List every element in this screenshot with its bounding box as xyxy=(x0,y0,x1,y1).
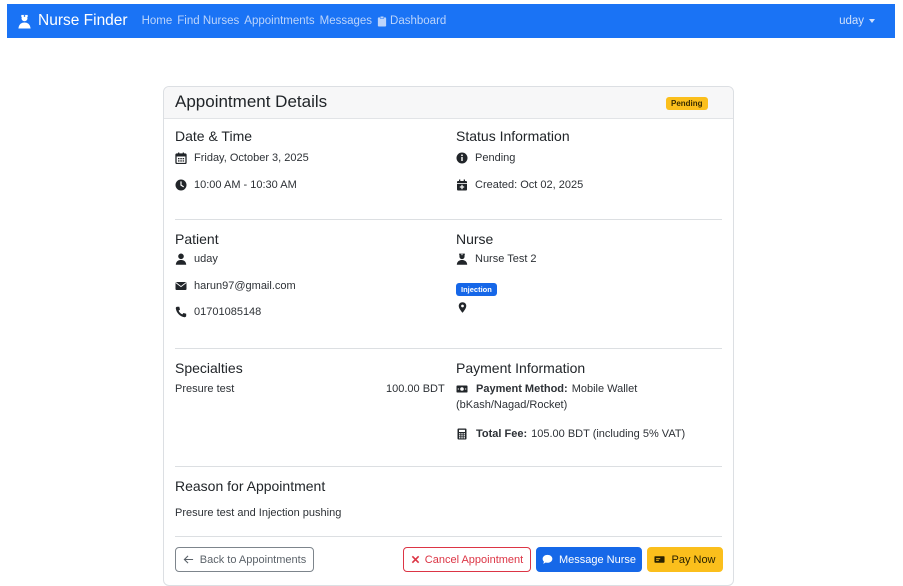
money-bill-icon xyxy=(654,556,666,563)
brand-link[interactable]: Nurse Finder xyxy=(17,12,128,30)
calculator-icon xyxy=(457,428,467,440)
status-text: Pending xyxy=(475,152,516,164)
nurse-icon xyxy=(456,253,468,265)
patient-title: Patient xyxy=(175,231,219,247)
reason-title: Reason for Appointment xyxy=(175,478,326,494)
phone-icon xyxy=(175,306,187,318)
patient-name: uday xyxy=(194,253,218,265)
envelope-icon xyxy=(175,282,187,290)
patient-phone-line: 01701085148 xyxy=(175,306,261,318)
pay-now-button[interactable]: Pay Now xyxy=(647,547,723,572)
patient-phone: 01701085148 xyxy=(194,306,262,318)
payment-method-value: Mobile Wallet xyxy=(571,383,638,395)
card-header: Appointment Details Pending xyxy=(164,87,733,119)
divider xyxy=(175,536,722,537)
patient-name-line: uday xyxy=(175,253,218,265)
clock-icon xyxy=(175,179,187,191)
nav-home[interactable]: Home xyxy=(142,15,173,27)
total-fee-line: Total Fee: 105.00 BDT (including 5% VAT) xyxy=(456,428,685,440)
nurse-name: Nurse Test 2 xyxy=(475,253,537,265)
user-menu-toggle[interactable]: uday xyxy=(839,15,875,27)
user-icon xyxy=(175,253,187,265)
status-badge: Pending xyxy=(666,97,708,110)
appointment-card: Appointment Details Pending Date & Time … xyxy=(163,86,734,586)
calendar-icon xyxy=(175,152,187,164)
payment-method-value-2: (bKash/Nagad/Rocket) xyxy=(456,399,568,411)
pay-button-label: Pay Now xyxy=(671,553,716,566)
appointment-date: Friday, October 3, 2025 xyxy=(175,152,309,164)
back-to-appointments-button[interactable]: Back to Appointments xyxy=(175,547,314,572)
nav-find-nurses[interactable]: Find Nurses xyxy=(177,15,239,27)
divider xyxy=(175,466,722,467)
map-marker-icon xyxy=(458,302,467,313)
date-text: Friday, October 3, 2025 xyxy=(194,152,309,164)
created-line: Created: Oct 02, 2025 xyxy=(456,179,583,191)
payment-title: Payment Information xyxy=(456,360,586,376)
message-button-label: Message Nurse xyxy=(558,553,637,566)
brand-name: Nurse Finder xyxy=(38,12,128,29)
money-bill-icon xyxy=(456,385,468,393)
time-text: 10:00 AM - 10:30 AM xyxy=(194,179,297,191)
top-navbar: Nurse Finder Home Find Nurses Appointmen… xyxy=(7,4,895,38)
arrow-left-icon xyxy=(183,555,193,564)
reason-text: Presure test and Injection pushing xyxy=(175,507,342,519)
nav-dashboard[interactable]: Dashboard xyxy=(377,15,446,27)
card-title: Appointment Details xyxy=(175,92,328,111)
divider xyxy=(175,348,722,349)
nav-links: Home Find Nurses Appointments Messages D… xyxy=(142,15,452,27)
cancel-button-label: Cancel Appointment xyxy=(424,553,524,566)
total-fee-label: Total Fee: xyxy=(476,428,528,440)
info-circle-icon xyxy=(456,152,468,164)
created-text: Created: Oct 02, 2025 xyxy=(475,179,584,191)
clipboard-icon xyxy=(377,15,387,27)
nav-messages[interactable]: Messages xyxy=(320,15,372,27)
nurse-specialty-badge: Injection xyxy=(456,283,497,296)
specialty-price: 100.00 BDT xyxy=(386,383,445,395)
status-line: Pending xyxy=(456,152,515,164)
cancel-appointment-button[interactable]: Cancel Appointment xyxy=(403,547,531,572)
specialty-name: Presure test xyxy=(175,383,235,395)
payment-method-label: Payment Method: xyxy=(476,383,568,395)
patient-email-line: harun97@gmail.com xyxy=(175,280,296,292)
nurse-name-line: Nurse Test 2 xyxy=(456,253,537,265)
nav-appointments[interactable]: Appointments xyxy=(244,15,314,27)
calendar-plus-icon xyxy=(457,179,467,191)
close-icon xyxy=(411,555,419,564)
specialties-title: Specialties xyxy=(175,360,243,376)
patient-email: harun97@gmail.com xyxy=(194,280,296,292)
total-fee-value: 105.00 BDT (including 5% VAT) xyxy=(531,428,686,440)
payment-method-line: Payment Method: Mobile Wallet xyxy=(456,383,637,395)
nav-dashboard-label: Dashboard xyxy=(390,15,447,27)
appointment-time: 10:00 AM - 10:30 AM xyxy=(175,179,297,191)
datetime-title: Date & Time xyxy=(175,128,253,144)
comment-icon xyxy=(542,554,553,564)
divider xyxy=(175,219,722,220)
status-title: Status Information xyxy=(456,128,570,144)
nurse-icon xyxy=(18,14,31,29)
caret-down-icon xyxy=(869,19,875,23)
message-nurse-button[interactable]: Message Nurse xyxy=(536,547,642,572)
back-button-label: Back to Appointments xyxy=(199,553,307,566)
user-name: uday xyxy=(839,15,864,27)
nurse-title: Nurse xyxy=(456,231,494,247)
